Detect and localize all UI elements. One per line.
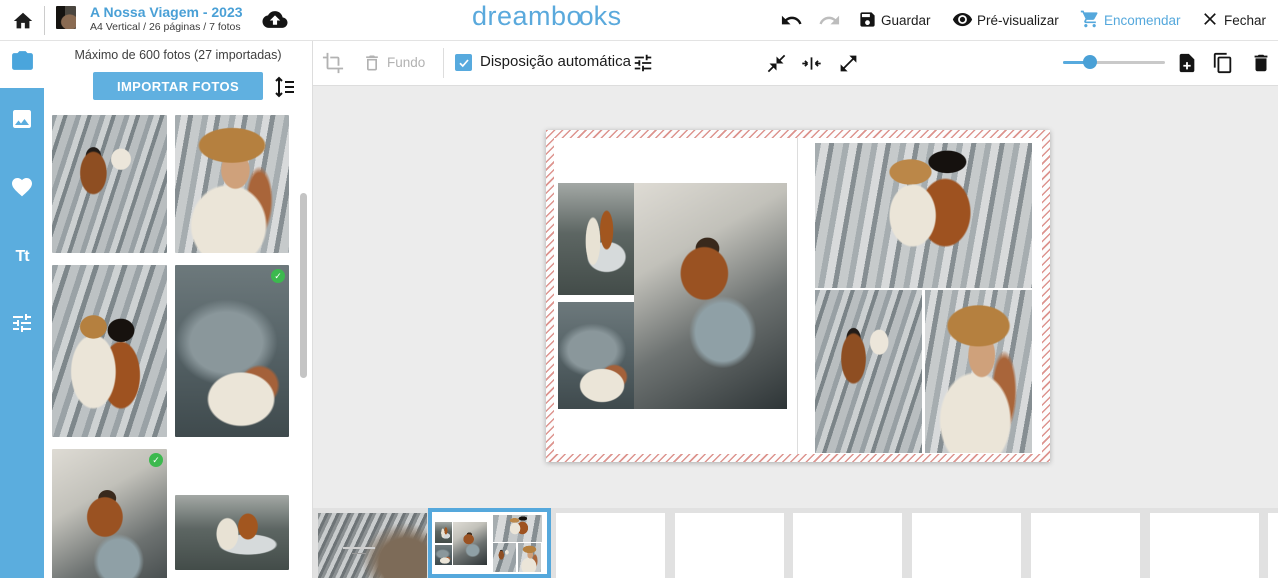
cloud-upload-icon[interactable] (261, 7, 289, 32)
mini-photo (435, 545, 452, 565)
save-icon (858, 10, 877, 32)
order-button[interactable]: Encomendar (1080, 8, 1181, 33)
toolbar-divider (443, 48, 444, 78)
sidebar: Tt (0, 41, 44, 578)
expand-layout-icon[interactable] (837, 52, 859, 74)
eye-icon (952, 9, 973, 33)
spread-gutter (797, 138, 798, 454)
photos-panel: Máximo de 600 fotos (27 importadas) IMPO… (44, 41, 313, 578)
project-title: A Nossa Viagem - 2023 (90, 4, 243, 20)
duplicate-page-icon[interactable] (1212, 52, 1234, 74)
close-label: Fechar (1224, 13, 1266, 28)
auto-layout-label: Disposição automática (480, 53, 631, 70)
crop-icon[interactable] (322, 52, 344, 74)
heart-icon (10, 175, 34, 204)
add-page-icon[interactable] (1176, 52, 1198, 74)
sidebar-tabs: Tt (0, 88, 44, 578)
photo-used-badge: ✓ (271, 269, 285, 283)
canvas (313, 86, 1278, 578)
editor-toolbar: Fundo Disposição automática (313, 41, 1278, 86)
photos-limit-text: Máximo de 600 fotos (27 importadas) (44, 48, 312, 62)
background-label: Fundo (387, 55, 425, 70)
page-thumb-spread[interactable] (1268, 513, 1278, 578)
photo-thumbnail-woman-by-lake[interactable]: ✓ (175, 265, 289, 437)
project-info: A Nossa Viagem - 2023 A4 Vertical / 26 p… (90, 4, 243, 33)
mini-photo (435, 522, 452, 543)
mini-photo (518, 543, 541, 572)
sidebar-tab-text[interactable]: Tt (0, 234, 44, 280)
spread-photo-couple-marble[interactable] (815, 143, 1032, 288)
save-button[interactable]: Guardar (858, 8, 931, 33)
dreambooks-logo: dreambooks (472, 1, 622, 32)
photobook-editor: A Nossa Viagem - 2023 A4 Vertical / 26 p… (0, 0, 1278, 578)
layout-options-icon[interactable] (632, 52, 654, 74)
project-subtitle: A4 Vertical / 26 páginas / 7 fotos (90, 21, 243, 33)
spread-photo-man-in-boat[interactable] (634, 183, 787, 409)
photo-thumbnail-man-in-boat[interactable]: ✓ (52, 449, 167, 578)
delete-page-icon[interactable] (1250, 52, 1272, 74)
project-cover-thumbnail (56, 6, 76, 29)
cart-icon (1080, 9, 1100, 32)
import-photos-button[interactable]: IMPORTAR FOTOS (93, 72, 263, 100)
sidebar-tab-settings[interactable] (0, 302, 44, 348)
preview-label: Pré-visualizar (977, 13, 1059, 28)
mini-photo (453, 522, 487, 565)
zoom-slider-thumb[interactable] (1083, 55, 1097, 69)
page-thumb-spread[interactable] (556, 513, 665, 578)
photo-thumbnail-selfie-couple[interactable] (52, 265, 167, 437)
page-thumb-current-spread[interactable] (428, 508, 551, 578)
camera-icon (10, 49, 35, 79)
tune-icon (10, 311, 34, 340)
spread-photo-woman-hat[interactable] (925, 290, 1032, 453)
mini-photo (493, 515, 542, 542)
pages-strip (313, 508, 1278, 578)
preview-button[interactable]: Pré-visualizar (952, 8, 1059, 33)
text-icon: Tt (15, 248, 28, 266)
topbar-divider (44, 6, 45, 35)
close-button[interactable]: Fechar (1200, 8, 1266, 33)
undo-icon[interactable] (780, 9, 803, 32)
spread-pages (554, 138, 1042, 454)
compress-horizontal-icon[interactable] (800, 52, 822, 74)
page-thumb-spread[interactable] (912, 513, 1021, 578)
photo-thumbnail-woman-hat[interactable] (175, 115, 289, 253)
page-thumb-spread[interactable] (1150, 513, 1259, 578)
mini-photo (493, 543, 516, 572)
page-thumb-cover[interactable] (318, 513, 427, 578)
background-trash-icon[interactable] (361, 52, 383, 74)
page-spread[interactable] (546, 130, 1050, 462)
shrink-layout-icon[interactable] (765, 52, 787, 74)
page-thumb-spread[interactable] (793, 513, 902, 578)
photos-scrollbar[interactable] (300, 193, 307, 378)
topbar: A Nossa Viagem - 2023 A4 Vertical / 26 p… (0, 0, 1278, 41)
editor-area: Fundo Disposição automática (313, 41, 1278, 578)
auto-layout-checkbox[interactable] (455, 54, 472, 71)
page-thumb-spread[interactable] (1031, 513, 1140, 578)
spread-photo-man-leaning[interactable] (815, 290, 922, 453)
photo-used-badge: ✓ (149, 453, 163, 467)
spread-photo-woman-by-lake[interactable] (558, 302, 634, 409)
redo-icon[interactable] (818, 9, 841, 32)
photo-thumbnail-couple-rowing[interactable] (175, 495, 289, 570)
sidebar-tab-layouts[interactable] (0, 98, 44, 144)
sidebar-tab-favorites[interactable] (0, 166, 44, 212)
sort-icon[interactable] (272, 75, 296, 99)
sidebar-tab-photos[interactable] (0, 41, 44, 87)
order-label: Encomendar (1104, 13, 1181, 28)
spread-photo-couple-in-boat[interactable] (558, 183, 634, 295)
image-icon (10, 107, 34, 136)
save-label: Guardar (881, 13, 931, 28)
close-icon (1200, 9, 1220, 32)
zoom-slider[interactable] (1063, 61, 1165, 64)
home-icon[interactable] (12, 10, 34, 32)
page-thumb-spread[interactable] (675, 513, 784, 578)
photo-thumbnail-couple-on-rocks[interactable] (52, 115, 167, 253)
